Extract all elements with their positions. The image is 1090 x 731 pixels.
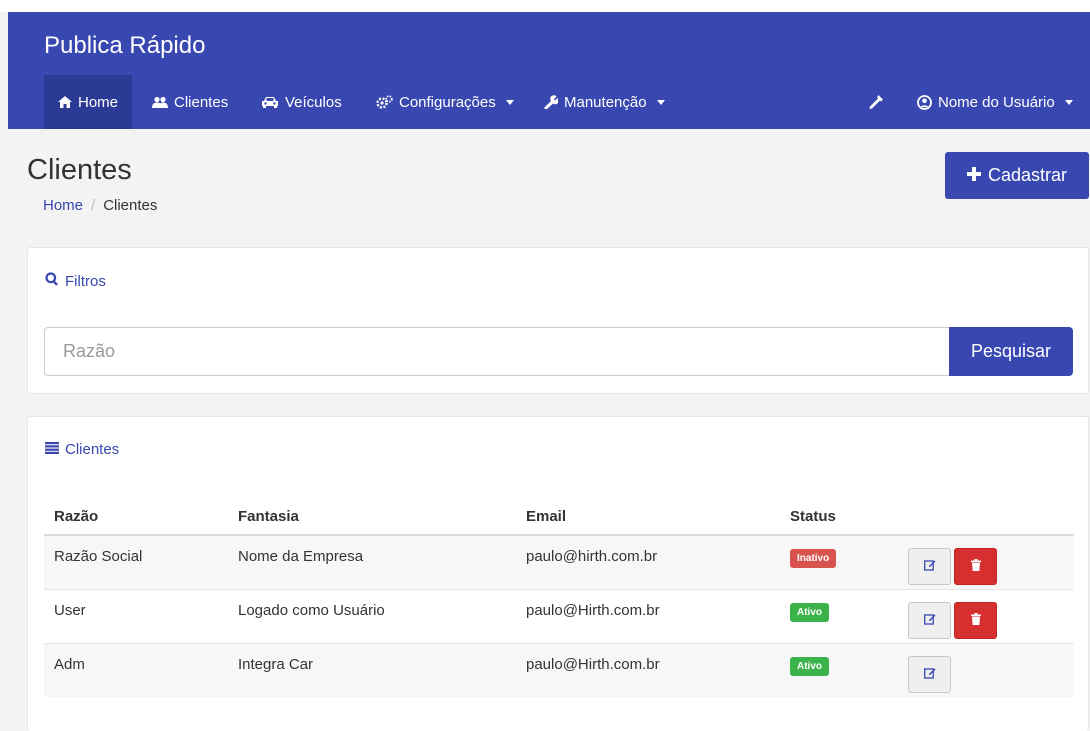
clients-heading-label: Clientes [65, 441, 120, 458]
cell-email: paulo@Hirth.com.br [516, 642, 780, 697]
nav-item-label: Home [78, 93, 119, 111]
edit-icon [923, 558, 936, 575]
chevron-down-icon [505, 99, 514, 105]
nav-item-label: Manutenção [564, 93, 647, 111]
user-menu[interactable]: Nome do Usuário [917, 75, 1073, 129]
cell-status: Ativo [780, 588, 898, 643]
table-header-row: Razão Fantasia Email Status [44, 498, 1074, 536]
pesquisar-button[interactable]: Pesquisar [949, 327, 1073, 376]
plus-icon [966, 165, 981, 186]
breadcrumb-current: Clientes [103, 197, 158, 214]
page-title: Clientes [27, 154, 132, 186]
chevron-down-icon [1064, 99, 1073, 105]
wrench-icon [543, 95, 558, 109]
cadastrar-label: Cadastrar [987, 165, 1068, 185]
filters-panel: Filtros Pesquisar [27, 247, 1089, 394]
edit-button[interactable] [908, 548, 951, 585]
column-header-fantasia: Fantasia [228, 498, 516, 536]
table-row: Adm Integra Car paulo@Hirth.com.br Ativo [44, 642, 1074, 697]
nav-item-label: Clientes [174, 93, 229, 111]
edit-button[interactable] [908, 655, 951, 693]
cell-actions [898, 588, 1074, 643]
nav-item-veiculos[interactable]: Veículos [261, 75, 342, 129]
edit-icon [923, 666, 936, 683]
breadcrumb-separator: / [91, 197, 96, 214]
cogs-icon [376, 95, 393, 109]
cell-razao: Adm [44, 642, 228, 697]
chevron-down-icon [656, 99, 665, 105]
breadcrumb: Home / Clientes [43, 197, 157, 214]
cell-fantasia: Integra Car [228, 642, 516, 697]
delete-button[interactable] [954, 601, 997, 639]
users-icon [152, 96, 168, 109]
nav-item-home[interactable]: Home [44, 75, 133, 129]
nav-item-label: Configurações [399, 93, 496, 111]
trash-icon [970, 558, 981, 575]
nav-item-configuracoes[interactable]: Configurações [376, 75, 514, 129]
cell-actions [898, 642, 1074, 697]
cadastrar-button[interactable]: Cadastrar [945, 152, 1089, 199]
list-icon [45, 441, 59, 458]
column-header-razao: Razão [44, 498, 228, 536]
cell-fantasia: Nome da Empresa [228, 534, 516, 589]
cell-razao: User [44, 588, 228, 643]
cell-razao: Razão Social [44, 534, 228, 589]
column-header-email: Email [516, 498, 780, 536]
clients-panel: Clientes Razão Fantasia Email Status Raz… [27, 416, 1089, 731]
eyedropper-icon[interactable] [868, 75, 884, 129]
cell-status: Ativo [780, 642, 898, 697]
clients-table: Razão Fantasia Email Status Razão Social… [44, 498, 1074, 697]
razao-search-input[interactable] [44, 327, 950, 376]
column-header-actions [898, 498, 1074, 536]
navbar: Publica Rápido Home Clientes Veículos Co… [8, 12, 1090, 129]
filters-heading: Filtros [45, 272, 106, 290]
table-row: Razão Social Nome da Empresa paulo@hirth… [44, 534, 1074, 589]
nav-item-manutencao[interactable]: Manutenção [543, 75, 665, 129]
top-strip [0, 0, 1090, 12]
delete-button[interactable] [954, 548, 997, 585]
search-icon [45, 272, 59, 290]
status-badge: Inativo [790, 549, 837, 568]
edit-button[interactable] [908, 601, 951, 639]
edit-icon [923, 612, 936, 629]
cell-actions [898, 534, 1074, 589]
cell-fantasia: Logado como Usuário [228, 588, 516, 643]
nav-item-label: Veículos [285, 93, 342, 111]
status-badge: Ativo [790, 656, 829, 676]
user-name: Nome do Usuário [938, 93, 1055, 111]
filters-heading-label: Filtros [65, 272, 106, 290]
cell-status: Inativo [780, 534, 898, 589]
brand-title[interactable]: Publica Rápido [44, 32, 205, 60]
home-icon [58, 96, 72, 108]
status-badge: Ativo [790, 602, 829, 622]
user-circle-icon [917, 94, 932, 110]
car-icon [261, 96, 279, 108]
column-header-status: Status [780, 498, 898, 536]
cell-email: paulo@hirth.com.br [516, 534, 780, 589]
cell-email: paulo@Hirth.com.br [516, 588, 780, 643]
trash-icon [970, 612, 981, 629]
clients-heading: Clientes [45, 441, 119, 458]
table-row: User Logado como Usuário paulo@Hirth.com… [44, 588, 1074, 643]
breadcrumb-home-link[interactable]: Home [43, 197, 83, 214]
nav-item-clientes[interactable]: Clientes [152, 75, 228, 129]
